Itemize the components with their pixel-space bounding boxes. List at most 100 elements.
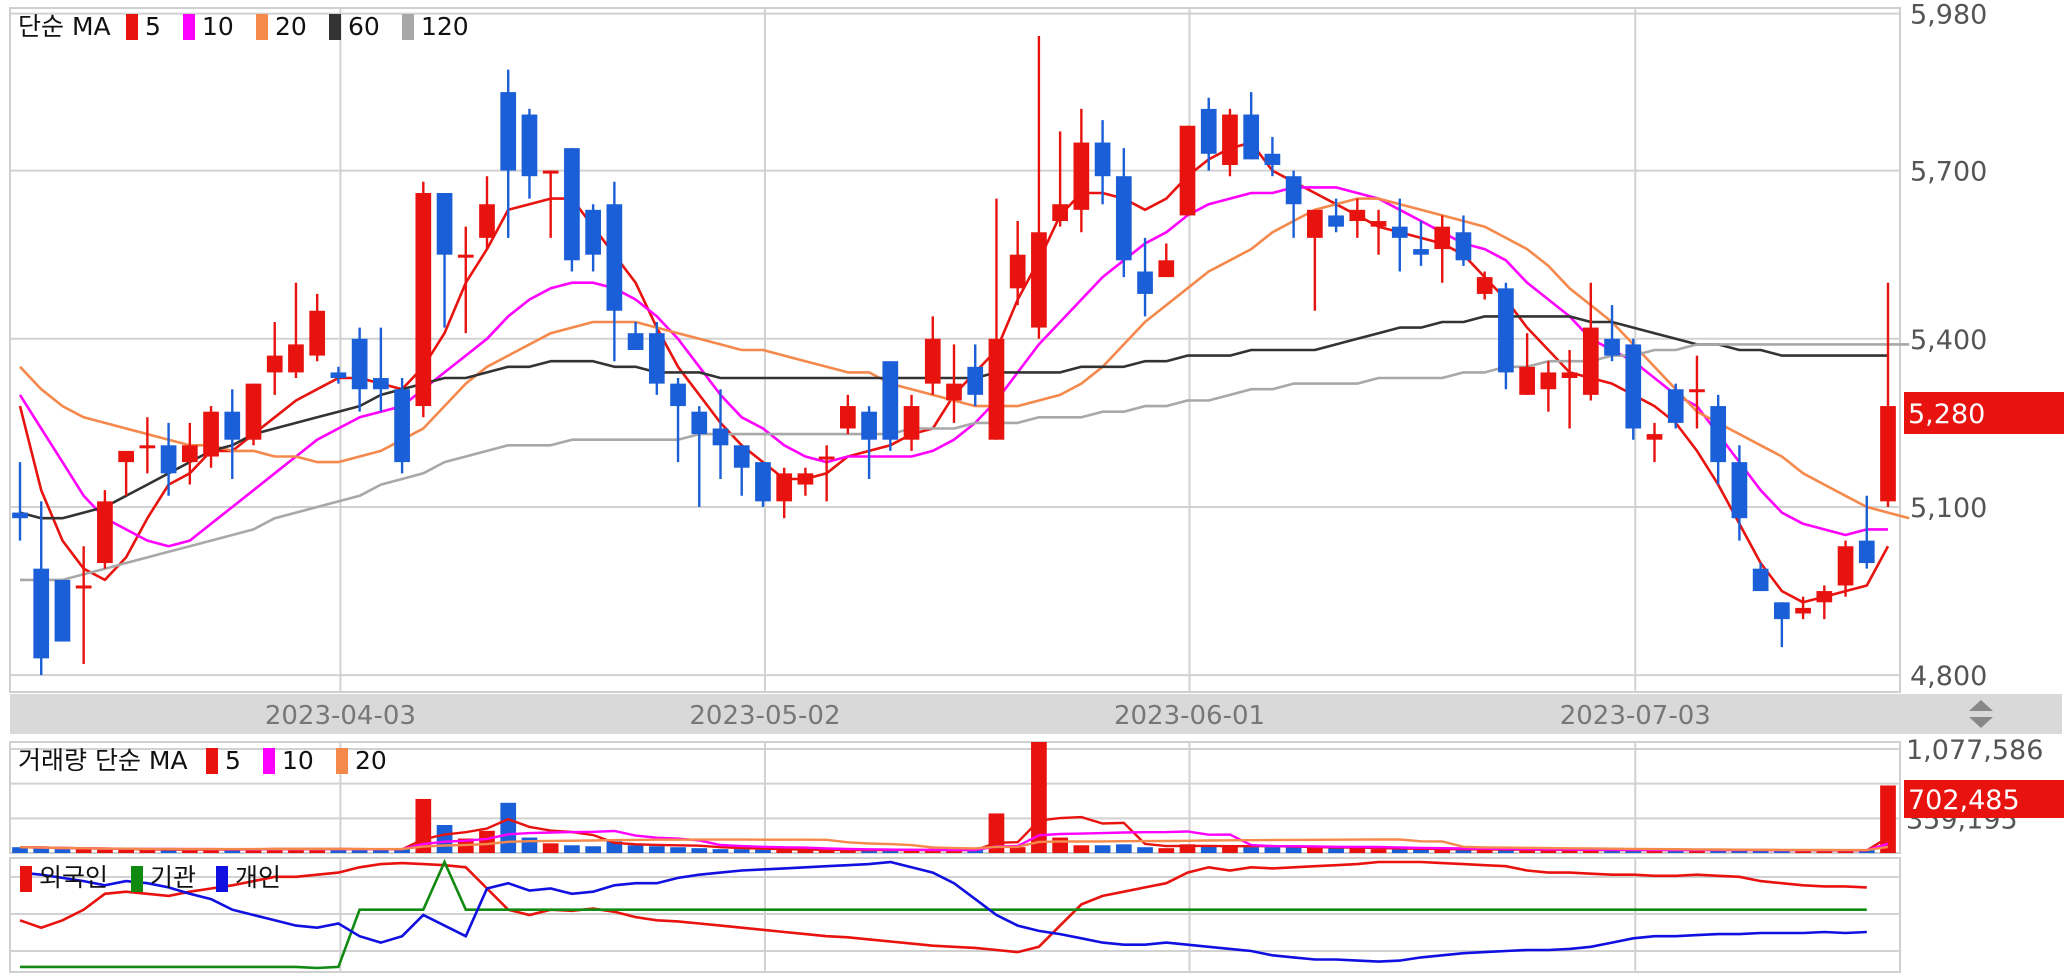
candle-body [330, 372, 347, 379]
legend-label-120: 120 [421, 12, 469, 41]
candle-body [203, 411, 219, 457]
candle-body [1158, 260, 1175, 278]
candle-body [97, 501, 113, 564]
candle-body [627, 333, 644, 350]
legend-label-5: 5 [145, 12, 161, 41]
investor-legend-label-0: 외국인 [39, 863, 108, 892]
candle [415, 181, 432, 418]
candle-body [1243, 114, 1260, 160]
candle-body [818, 456, 835, 460]
volume-bar [1158, 848, 1175, 853]
volume-legend-swatch-5 [206, 748, 218, 774]
candle-body [988, 338, 1005, 440]
legend-label-10: 10 [202, 12, 234, 41]
candle-body [924, 338, 941, 384]
current-price-badge: 5,280 [1904, 392, 2064, 434]
candle-body [500, 92, 517, 171]
volume-bar [500, 802, 517, 853]
volume-legend-swatch-10 [263, 748, 275, 774]
current-volume-badge: 702,485 [1904, 780, 2064, 818]
candle-body [181, 445, 198, 463]
volume-bar [733, 849, 750, 853]
candle-body [1604, 338, 1620, 356]
candle-body [1752, 568, 1769, 592]
candle-body [1795, 607, 1811, 614]
volume-bar [75, 849, 92, 853]
candle-body [1880, 406, 1896, 502]
volume-bar [585, 846, 601, 853]
candle-body [648, 333, 665, 384]
price-legend-prefix: 단순 MA [18, 12, 111, 41]
volume-bar [712, 849, 729, 853]
stock-chart[interactable]: 5,980 5,700 5,400 5,100 4,800 단순 MA 5 10 20 60 1… [0, 0, 2069, 976]
volume-bar [1328, 848, 1344, 853]
candle-body [1582, 327, 1599, 395]
date-label: 2023-05-02 [689, 701, 840, 731]
candle [1179, 125, 1196, 216]
candle-body [1710, 406, 1727, 463]
candle-body [33, 568, 50, 659]
candle-body [394, 389, 410, 463]
volume-legend-prefix: 거래량 단순 MA [18, 746, 188, 775]
volume-tick-label: 1,077,586 [1906, 735, 2043, 766]
volume-bar [479, 830, 495, 853]
date-axis-band: 2023-04-03 2023-05-02 2023-06-01 2023-07-03 [10, 694, 2062, 734]
candle-body [882, 361, 899, 440]
volume-bar [670, 847, 686, 853]
candle-body [1455, 232, 1472, 261]
candle-body [712, 428, 729, 446]
candle-body [160, 445, 177, 474]
candle-body [373, 378, 389, 390]
candle-body [1222, 114, 1238, 165]
candle-body [139, 445, 156, 449]
candle-body [776, 473, 793, 502]
candle-body [266, 355, 283, 373]
candle-body [1816, 591, 1833, 603]
candle-body [946, 383, 962, 401]
volume-legend-swatch-20 [336, 748, 348, 774]
volume-legend-label-5: 5 [225, 746, 241, 775]
candle-body [903, 406, 920, 440]
candle-body [1519, 366, 1535, 395]
candle [54, 579, 71, 642]
candle [564, 148, 580, 272]
candle [394, 378, 410, 474]
candle-body [1731, 462, 1748, 519]
date-label: 2023-06-01 [1114, 701, 1265, 731]
candle-body [245, 383, 262, 440]
candle-body [1264, 153, 1281, 165]
candle-body [1540, 372, 1557, 390]
candle-body [1476, 277, 1493, 294]
candle-body [1200, 108, 1217, 154]
candle-body [1858, 540, 1875, 564]
current-volume-text: 702,485 [1908, 785, 2020, 816]
candle-body [118, 450, 134, 463]
candle-body [224, 411, 241, 440]
price-tick-label: 4,800 [1910, 661, 1987, 692]
investor-legend-swatch-2 [216, 866, 228, 892]
candle-body [1561, 372, 1578, 379]
volume-bar [755, 849, 771, 853]
candle-body [309, 310, 326, 356]
volume-bar [648, 846, 665, 853]
candle-body [861, 411, 877, 440]
investor-legend-swatch-1 [131, 866, 143, 892]
volume-bar [627, 845, 644, 853]
legend-swatch-5 [126, 14, 138, 40]
volume-bar [1052, 837, 1068, 853]
legend-swatch-10 [183, 14, 195, 40]
candle-body [1137, 271, 1153, 294]
candle [1667, 383, 1684, 429]
legend-swatch-120 [402, 14, 414, 40]
candle-body [1009, 254, 1026, 289]
volume-bar [1115, 844, 1132, 853]
volume-bar [97, 849, 113, 853]
volume-bar [1137, 847, 1153, 853]
date-label: 2023-07-03 [1560, 701, 1711, 731]
volume-bar [54, 849, 71, 853]
candle-body [1434, 226, 1451, 250]
candle-body [1052, 204, 1068, 222]
candle-body [12, 512, 28, 519]
candle-body [1115, 176, 1132, 261]
candle-body [1774, 602, 1790, 620]
